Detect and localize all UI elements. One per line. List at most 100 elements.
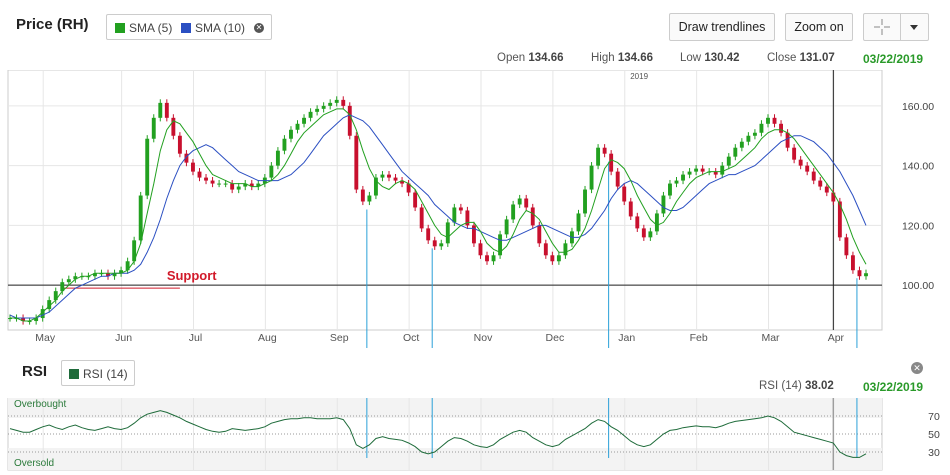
price-candle — [739, 141, 744, 148]
draw-trendlines-button[interactable]: Draw trendlines — [669, 13, 775, 41]
price-candle — [798, 159, 803, 166]
price-chart[interactable]: May Jun Jul Aug Sep Oct Nov Dec Jan Feb Mar Apr 100.… — [0, 70, 950, 348]
price-candle — [648, 231, 653, 238]
price-candle — [641, 228, 646, 238]
x-tick-label: Jul — [189, 332, 202, 344]
price-candle — [674, 180, 679, 184]
price-candle — [328, 102, 333, 106]
price-candle — [517, 198, 522, 205]
price-candle — [746, 135, 751, 142]
close-value: 131.07 — [799, 52, 835, 64]
price-candle — [452, 207, 457, 223]
price-candle — [654, 213, 659, 232]
price-candle — [864, 273, 868, 277]
ohlc-close: Close 131.07 — [767, 52, 835, 64]
price-candle — [66, 279, 71, 283]
overbought-label: Overbought — [14, 399, 66, 410]
rsi-tick-label: 70 — [928, 411, 940, 423]
rsi-chart[interactable]: 30 50 70 Overbought Oversold — [0, 398, 950, 475]
y-tick-label: 140.00 — [902, 161, 934, 173]
price-candle — [720, 165, 725, 175]
rsi-readout: RSI (14) 38.02 — [759, 380, 834, 392]
rsi-swatch-icon — [69, 369, 79, 379]
price-panel-title: Price (RH) — [16, 16, 89, 33]
x-tick-label: Jan — [618, 332, 635, 344]
price-candle — [164, 102, 169, 118]
price-candle — [766, 117, 770, 124]
ohlc-high: High 134.66 — [591, 52, 653, 64]
y-tick-label: 160.00 — [902, 101, 934, 113]
price-candle — [413, 192, 418, 208]
price-candle — [347, 105, 352, 136]
price-candle — [439, 243, 444, 247]
x-tick-label: Nov — [474, 332, 493, 344]
price-candle — [589, 165, 594, 190]
x-tick-label: Mar — [761, 332, 780, 344]
price-candle — [602, 147, 607, 154]
price-candle — [543, 243, 548, 256]
low-value: 130.42 — [704, 52, 740, 64]
price-candle — [485, 255, 489, 262]
price-candle — [217, 183, 222, 185]
x-tick-label: Feb — [690, 332, 708, 344]
overbought-zone — [8, 398, 882, 418]
price-candle — [341, 99, 346, 106]
price-candle — [191, 162, 195, 172]
rsi-readout-value: 38.02 — [805, 380, 834, 392]
price-candle — [210, 180, 215, 184]
crosshair-dropdown[interactable] — [863, 13, 929, 41]
close-rsi-icon[interactable]: ✕ — [911, 362, 923, 374]
price-candle — [811, 171, 816, 181]
price-candle — [282, 138, 287, 151]
price-candle — [360, 189, 365, 202]
y-tick-label: 120.00 — [902, 220, 934, 232]
price-candle — [857, 270, 862, 277]
price-candle — [818, 180, 823, 187]
crosshair-icon[interactable] — [864, 14, 901, 40]
price-candle — [321, 105, 326, 109]
x-tick-label: Sep — [330, 332, 349, 344]
price-candle — [367, 195, 372, 202]
x-tick-label: Dec — [546, 332, 565, 344]
price-candle — [805, 165, 810, 172]
price-candle — [622, 186, 627, 202]
legend-rsi[interactable]: RSI (14) — [69, 367, 128, 381]
price-candle — [308, 111, 313, 118]
high-label: High — [591, 52, 615, 64]
x-tick-label: May — [35, 332, 56, 344]
price-candle — [609, 153, 614, 172]
price-candle — [635, 216, 640, 229]
price-candle — [295, 123, 300, 130]
price-legend: SMA (5) SMA (10) ✕ — [106, 14, 272, 40]
sma10-swatch-icon — [181, 23, 191, 33]
high-value: 134.66 — [617, 52, 654, 64]
price-candle — [681, 174, 685, 181]
legend-sma10[interactable]: SMA (10) — [181, 21, 245, 35]
legend-sma5[interactable]: SMA (5) — [115, 21, 172, 35]
price-candle — [759, 123, 764, 133]
zoom-on-button[interactable]: Zoom on — [785, 13, 853, 41]
rsi-tick-label: 30 — [928, 447, 940, 459]
rsi-legend[interactable]: RSI (14) — [61, 360, 135, 386]
chevron-down-icon[interactable] — [900, 14, 928, 40]
price-candle — [726, 156, 731, 166]
price-candle — [419, 207, 424, 229]
price-candle — [302, 117, 306, 124]
low-label: Low — [680, 52, 702, 64]
price-candle — [563, 243, 568, 256]
price-candle — [204, 177, 208, 181]
ohlc-open: Open 134.66 — [497, 52, 564, 64]
legend-sma10-label: SMA (10) — [195, 21, 246, 35]
price-candle — [393, 177, 398, 181]
price-candle — [426, 228, 431, 241]
price-candle — [844, 237, 849, 256]
open-value: 134.66 — [528, 52, 564, 64]
legend-sma5-label: SMA (5) — [129, 21, 173, 35]
price-candle — [694, 168, 699, 172]
price-candle — [733, 147, 738, 157]
open-label: Open — [497, 52, 526, 64]
price-candle — [779, 123, 783, 133]
remove-indicator-icon[interactable]: ✕ — [254, 23, 264, 33]
close-label: Close — [767, 52, 797, 64]
rsi-tick-label: 50 — [928, 429, 940, 441]
